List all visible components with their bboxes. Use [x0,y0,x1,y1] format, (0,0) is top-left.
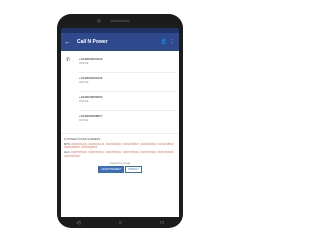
speaker-grille [110,20,130,22]
mtn-numbers: MTN: 09060000449, 09060000446, 090390599… [64,143,176,149]
contact-row[interactable]: +2349060000446 OFFICE [61,73,179,89]
arrow-back-icon[interactable]: ← [64,39,74,46]
phone-screen: ← Call N Power 👤 ⋮ ✆ +2349060000449 OFFI… [61,28,179,217]
contact-number: +2349060000449 [79,57,103,61]
home-nav-icon[interactable]: ○ [119,220,122,226]
phone-icon: ✆ [66,57,71,63]
camera-icon [97,19,101,23]
more-vert-icon[interactable]: ⋮ [168,39,176,45]
app-bar: ← Call N Power 👤 ⋮ [61,33,179,51]
contact-type: OFFICE [79,62,89,65]
footer-note: powered by Google [109,161,131,165]
nav-bar: ◁ ○ □ [57,217,183,228]
contact-type: OFFICE [79,100,89,103]
contact-number: +2349039059960 [79,95,103,99]
contact-number: +2349060000446 [79,76,103,80]
contact-row[interactable]: +2349090098827 OFFICE [61,111,179,127]
add-contact-icon[interactable]: 👤 [160,39,168,45]
glo-numbers: GLO: 09087865990, 09087865991, 090878659… [64,151,176,157]
contact-row[interactable]: ✆ +2349060000449 OFFICE [61,54,179,70]
contact-number: +2349090098827 [79,114,103,118]
footer-tabs: ADVERTISEMENT PRIVACY [64,165,176,173]
mtn-numbers-value[interactable]: 09060000449, 09060000446, 09039059960, 0… [64,143,174,149]
back-nav-icon[interactable]: ◁ [76,220,80,226]
phone-frame: ← Call N Power 👤 ⋮ ✆ +2349060000449 OFFI… [57,14,183,228]
contact-type: OFFICE [79,119,89,122]
contact-list: ✆ +2349060000449 OFFICE +2349060000446 O… [61,51,179,127]
app-title: Call N Power [77,39,108,45]
tab-advertisement[interactable]: ADVERTISEMENT [98,165,125,173]
phone-numbers-section: N-POWER PHONE NUMBERS MTN: 09060000449, … [61,133,179,173]
tab-privacy[interactable]: PRIVACY [125,165,142,173]
section-heading: N-POWER PHONE NUMBERS [64,138,101,141]
glo-numbers-value[interactable]: 09087865990, 09087865991, 09087865992, 0… [64,151,174,157]
contact-type: OFFICE [79,81,89,84]
recents-nav-icon[interactable]: □ [161,220,164,226]
contact-row[interactable]: +2349039059960 OFFICE [61,92,179,108]
